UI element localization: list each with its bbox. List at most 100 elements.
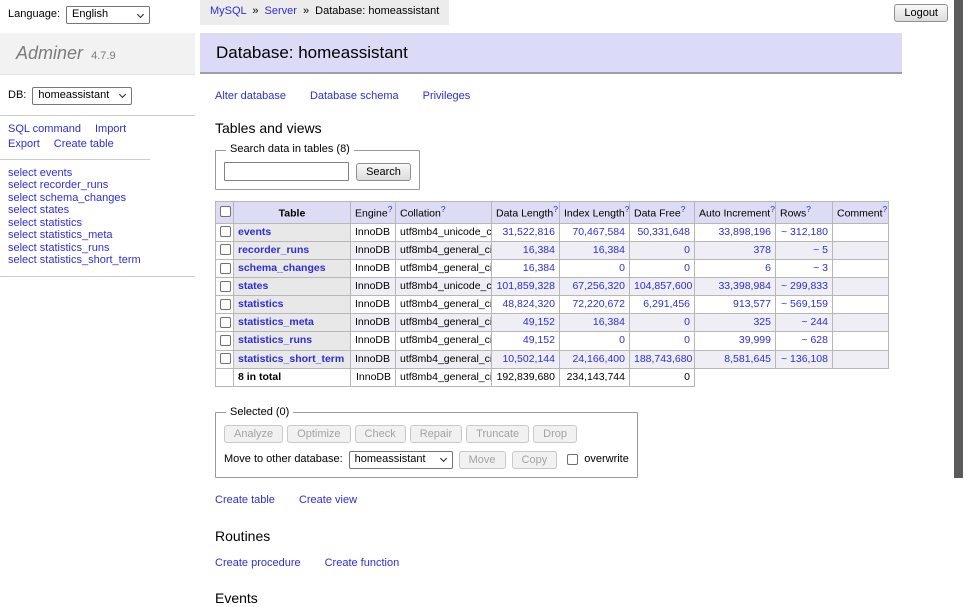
table-name-link[interactable]: recorder_runs [238, 244, 309, 256]
move-db-select[interactable]: homeassistant [349, 451, 453, 469]
table-name-link[interactable]: statistics_meta [238, 316, 314, 328]
rows-count-link[interactable]: ~ 312,180 [781, 226, 828, 238]
table-name-link[interactable]: schema_changes [238, 262, 326, 274]
sidebar-select-link[interactable]: select statistics_runs [8, 242, 187, 255]
index-length-link[interactable]: 0 [619, 262, 625, 274]
table-name-link[interactable]: states [238, 280, 268, 292]
row-checkbox[interactable] [220, 263, 231, 274]
index-length-link[interactable]: 16,384 [593, 316, 625, 328]
index-length-link[interactable]: 70,467,584 [572, 226, 625, 238]
sidebar-select-link[interactable]: select states [8, 204, 187, 217]
index-length-link[interactable]: 72,220,672 [572, 298, 625, 310]
row-checkbox[interactable] [220, 226, 231, 237]
table-name-cell: schema_changes [234, 259, 351, 277]
overwrite-checkbox[interactable] [567, 454, 578, 465]
db-action-link[interactable]: Database schema [310, 90, 399, 102]
auto-increment-link[interactable]: 378 [753, 244, 771, 256]
search-input[interactable] [224, 162, 349, 181]
auto-increment-link[interactable]: 913,577 [733, 298, 771, 310]
row-checkbox[interactable] [220, 335, 231, 346]
data-length-link[interactable]: 49,152 [523, 316, 555, 328]
row-checkbox[interactable] [220, 317, 231, 328]
routines-links: Create procedure Create function [215, 557, 902, 571]
row-checkbox[interactable] [220, 244, 231, 255]
table-name-link[interactable]: statistics_runs [238, 334, 312, 346]
db-select[interactable]: homeassistant [32, 87, 132, 105]
rows-count-link[interactable]: ~ 3 [813, 262, 828, 274]
language-select[interactable]: English [66, 6, 150, 24]
data-length-link[interactable]: 101,859,328 [497, 280, 555, 292]
column-help-link[interactable]: ? [441, 204, 446, 214]
sidebar-menu-link[interactable]: Export [8, 137, 40, 152]
data-free-link[interactable]: 188,743,680 [634, 353, 692, 365]
create-link[interactable]: Create table [215, 494, 275, 506]
data-length-link[interactable]: 16,384 [523, 262, 555, 274]
select-all-checkbox[interactable] [220, 206, 231, 217]
row-checkbox[interactable] [220, 299, 231, 310]
row-checkbox[interactable] [220, 281, 231, 292]
index-length-link[interactable]: 16,384 [593, 244, 625, 256]
data-length-cell: 49,152 [492, 314, 560, 332]
sidebar-menu-link[interactable]: Create table [54, 137, 114, 152]
sidebar-select-link[interactable]: select events [8, 167, 187, 180]
rows-count-link[interactable]: ~ 299,833 [781, 280, 828, 292]
data-free-link[interactable]: 104,857,600 [634, 280, 692, 292]
sidebar-select-link[interactable]: select schema_changes [8, 192, 187, 205]
auto-increment-link[interactable]: 6 [765, 262, 771, 274]
sidebar: Language: English Adminer 4.7.9 DB: home… [0, 0, 195, 277]
collation-cell: utf8mb4_general_ci [396, 241, 492, 259]
routine-create-link[interactable]: Create function [325, 557, 400, 569]
rows-count-link[interactable]: ~ 5 [813, 244, 828, 256]
column-help-link[interactable]: ? [388, 204, 393, 214]
column-help-link[interactable]: ? [806, 204, 811, 214]
table-name-link[interactable]: statistics [238, 298, 284, 310]
rows-count-link[interactable]: ~ 569,159 [781, 298, 828, 310]
column-help-link[interactable]: ? [681, 204, 686, 214]
logout-button[interactable]: Logout [894, 4, 948, 22]
rows-count-link[interactable]: ~ 628 [801, 334, 828, 346]
data-length-link[interactable]: 16,384 [523, 244, 555, 256]
data-length-link[interactable]: 48,824,320 [502, 298, 555, 310]
data-free-link[interactable]: 0 [684, 262, 690, 274]
rows-count-link[interactable]: ~ 136,108 [781, 353, 828, 365]
index-length-link[interactable]: 67,256,320 [572, 280, 625, 292]
sidebar-select-link[interactable]: select recorder_runs [8, 179, 187, 192]
data-free-link[interactable]: 0 [684, 316, 690, 328]
sidebar-select-link[interactable]: select statistics_short_term [8, 254, 187, 267]
routine-create-link[interactable]: Create procedure [215, 557, 301, 569]
create-link[interactable]: Create view [299, 494, 357, 506]
breadcrumb-link-server[interactable]: Server [265, 5, 297, 17]
data-free-link[interactable]: 50,331,648 [637, 226, 690, 238]
sidebar-menu-link[interactable]: SQL command [8, 122, 81, 137]
column-help-link[interactable]: ? [553, 204, 558, 214]
data-free-link[interactable]: 6,291,456 [643, 298, 690, 310]
sidebar-select-link[interactable]: select statistics_meta [8, 229, 187, 242]
column-help-link[interactable]: ? [883, 204, 888, 214]
data-free-link[interactable]: 0 [684, 244, 690, 256]
db-action-link[interactable]: Alter database [215, 90, 286, 102]
auto-increment-link[interactable]: 325 [753, 316, 771, 328]
index-length-link[interactable]: 24,166,400 [572, 353, 625, 365]
table-name-link[interactable]: events [238, 226, 271, 238]
rows-count-link[interactable]: ~ 244 [801, 316, 828, 328]
search-button[interactable]: Search [356, 163, 411, 181]
auto-increment-link[interactable]: 33,398,984 [718, 280, 771, 292]
data-free-link[interactable]: 0 [684, 334, 690, 346]
total-data-free-cell: 0 [630, 368, 695, 386]
column-help-link[interactable]: ? [770, 204, 775, 214]
column-help-link[interactable]: ? [625, 204, 630, 214]
table-name-link[interactable]: statistics_short_term [238, 353, 344, 365]
db-action-link[interactable]: Privileges [423, 90, 471, 102]
sidebar-select-link[interactable]: select statistics [8, 217, 187, 230]
data-length-link[interactable]: 31,522,816 [502, 226, 555, 238]
auto-increment-link[interactable]: 39,999 [739, 334, 771, 346]
breadcrumb-link-mysql[interactable]: MySQL [210, 5, 246, 17]
vertical-scrollbar-thumb[interactable] [954, 0, 963, 478]
sidebar-menu-link[interactable]: Import [95, 122, 126, 137]
auto-increment-link[interactable]: 33,898,196 [718, 226, 771, 238]
row-checkbox[interactable] [220, 353, 231, 364]
auto-increment-link[interactable]: 8,581,645 [724, 353, 771, 365]
data-length-link[interactable]: 49,152 [523, 334, 555, 346]
data-length-link[interactable]: 10,502,144 [502, 353, 555, 365]
index-length-link[interactable]: 0 [619, 334, 625, 346]
